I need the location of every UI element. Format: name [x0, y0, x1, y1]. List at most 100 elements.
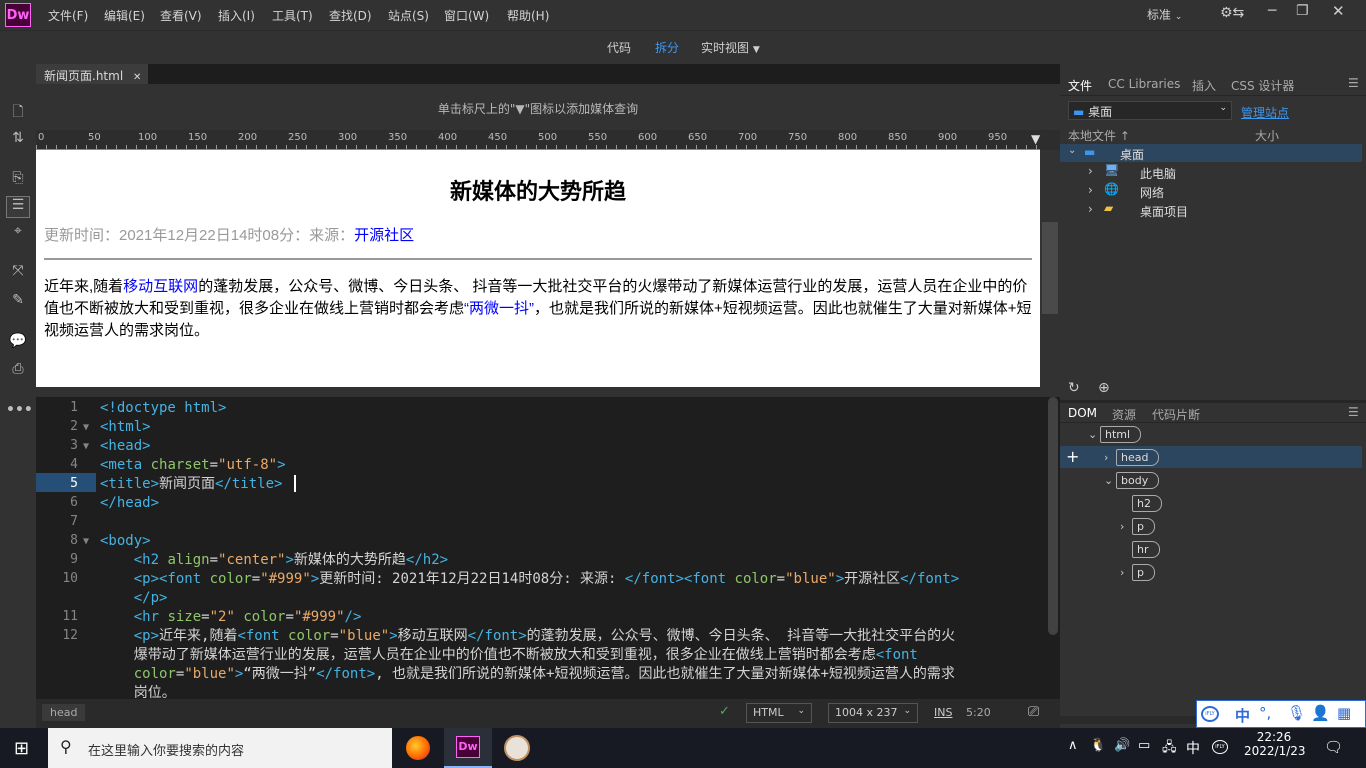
code-view-button[interactable]: 代码 — [607, 39, 631, 56]
target-icon[interactable]: ⌖ — [6, 223, 30, 245]
column-size[interactable]: 大小 — [1255, 127, 1279, 144]
add-media-query-marker-icon[interactable]: ▼ — [1031, 132, 1040, 146]
code-line[interactable]: <h2 align="center">新媒体的大势所趋</h2> — [100, 551, 448, 570]
file-tree-item[interactable]: › 🖥 此电脑 — [1060, 163, 1362, 181]
punctuation-icon[interactable]: °, — [1259, 704, 1271, 722]
ime-lang[interactable]: 中 — [1235, 705, 1250, 726]
code-line[interactable]: <p>近年来,随着<font color="blue">移动互联网</font>… — [100, 627, 955, 699]
menu-item[interactable]: 工具(T) — [272, 7, 313, 24]
splitter[interactable] — [36, 387, 1060, 397]
insert-mode[interactable]: INS — [934, 706, 952, 719]
dreamweaver-taskbar-button[interactable]: Dw — [444, 728, 492, 768]
close-tab-icon[interactable]: ✕ — [133, 72, 141, 83]
file-icon[interactable]: 🗋 — [6, 101, 30, 123]
code-line[interactable]: <body> — [100, 532, 151, 551]
code-scroll-thumb[interactable] — [1048, 397, 1058, 635]
close-button[interactable]: ✕ — [1332, 2, 1345, 20]
tray-input-lang[interactable]: 中 — [1186, 738, 1200, 758]
document-tab[interactable]: 新闻页面.html ✕ — [36, 64, 148, 84]
dom-node[interactable]: p — [1132, 564, 1155, 581]
code-editor[interactable]: 1 <!doctype html> 2 ▼ <html> 3 ▼ <head> 4 <meta c… — [36, 397, 1046, 699]
tab-dom[interactable]: DOM — [1068, 406, 1097, 420]
dom-node[interactable]: h2 — [1132, 495, 1162, 512]
file-transfer-icon[interactable]: ⇅ — [6, 130, 30, 152]
taskbar-search[interactable]: ⚲ 在这里输入你要搜索的内容 — [48, 728, 392, 768]
code-line[interactable]: <head> — [100, 437, 151, 456]
connect-icon[interactable]: ⊕ — [1098, 380, 1110, 396]
dom-node[interactable]: body — [1116, 472, 1160, 489]
tag-selector[interactable]: head — [42, 704, 86, 721]
live-view-button[interactable]: 实时视图 ▼ — [701, 39, 760, 56]
expand-arrow-icon[interactable]: ⌄ — [1104, 474, 1113, 487]
volume-icon[interactable]: 🔊 — [1114, 738, 1130, 753]
code-line[interactable]: <title>新闻页面</title> — [100, 475, 282, 494]
menu-item[interactable]: 帮助(H) — [507, 7, 549, 24]
ime-toolbar[interactable]: iFLY 中 °, 🎙 👤 ▦ — [1196, 700, 1366, 728]
more-tools-icon[interactable]: ••• — [6, 402, 33, 424]
no-errors-icon[interactable]: ✓ — [719, 704, 730, 719]
code-line[interactable]: <!doctype html> — [100, 399, 226, 418]
tab-files[interactable]: 文件 — [1068, 77, 1092, 94]
show-hidden-icons[interactable]: ∧ — [1068, 738, 1078, 753]
user-icon[interactable]: 👤 — [1311, 704, 1330, 722]
tab-css-designer[interactable]: CSS 设计器 — [1231, 77, 1294, 94]
manage-sites-link[interactable]: 管理站点 — [1241, 104, 1289, 121]
tab-insert[interactable]: 插入 — [1192, 77, 1216, 94]
menu-item[interactable]: 编辑(E) — [104, 7, 145, 24]
menu-item[interactable]: 站点(S) — [388, 7, 429, 24]
menu-item[interactable]: 窗口(W) — [444, 7, 489, 24]
document-type-select[interactable]: HTML ⌄ — [746, 703, 812, 723]
ruler[interactable]: 0 50 100 150 200 250 300 350 400 450 500 550 600 650 7… — [36, 130, 1060, 150]
code-line[interactable]: <html> — [100, 418, 151, 437]
expand-arrow-icon[interactable]: ⌄ — [1088, 428, 1097, 441]
column-local-files[interactable]: 本地文件 ↑ — [1068, 127, 1130, 144]
format-source-icon[interactable]: ☰ — [6, 196, 30, 218]
comment-icon[interactable]: 💬 — [6, 333, 30, 355]
firefox-icon[interactable] — [406, 736, 430, 760]
expand-arrow-icon[interactable]: › — [1120, 520, 1124, 533]
site-location-select[interactable]: ▬ 桌面 ⌄ — [1068, 101, 1232, 120]
clock[interactable]: 22:26 2022/1/23 — [1244, 730, 1306, 758]
preview-scrollbar[interactable] — [1040, 150, 1060, 387]
fold-icon[interactable]: ▼ — [83, 536, 89, 547]
dom-menu-icon[interactable]: ☰ — [1348, 405, 1359, 419]
brush-icon[interactable]: ✎ — [6, 292, 30, 314]
panel-menu-icon[interactable]: ☰ — [1348, 76, 1359, 90]
expand-icon[interactable]: ⤧ — [6, 263, 30, 285]
window-size-select[interactable]: 1004 x 237 ⌄ — [828, 703, 918, 723]
media-query-bar[interactable]: 单击标尺上的"▼"图标以添加媒体查询 — [36, 84, 1060, 130]
expand-arrow-icon[interactable]: › — [1104, 451, 1108, 464]
tray-app-icon[interactable]: 🐧 — [1090, 738, 1106, 753]
code-line[interactable]: <p><font color="#999">更新时间: 2021年12月22日1… — [100, 570, 959, 608]
inspect-icon[interactable]: ⎘ — [6, 170, 30, 192]
notifications-icon[interactable]: 🗨 — [1324, 738, 1343, 756]
sync-settings-icon[interactable]: ⚙⇆ — [1220, 5, 1244, 21]
snippet-icon[interactable]: ⎙ — [6, 361, 30, 383]
fold-icon[interactable]: ▼ — [83, 441, 89, 452]
windows-start-icon[interactable]: ⊞ — [14, 738, 29, 759]
tab-assets[interactable]: 资源 — [1112, 406, 1136, 423]
code-line[interactable]: <hr size="2" color="#999"/> — [100, 608, 362, 627]
dom-node[interactable]: head — [1116, 449, 1160, 466]
menu-item[interactable]: 文件(F) — [48, 7, 88, 24]
menu-item[interactable]: 插入(I) — [218, 7, 255, 24]
expand-arrow-icon[interactable]: › — [1120, 566, 1124, 579]
fold-icon[interactable]: ▼ — [83, 422, 89, 433]
live-preview[interactable]: 新媒体的大势所趋 更新时间：2021年12月22日14时08分：来源：开源社区 … — [36, 150, 1040, 387]
ifly-tray-icon[interactable]: iFLY — [1212, 740, 1228, 754]
code-line[interactable]: </head> — [100, 494, 159, 513]
restore-button[interactable]: ❐ — [1296, 3, 1309, 19]
code-line[interactable]: <meta charset="utf-8"> — [100, 456, 286, 475]
app-avatar-icon[interactable] — [504, 735, 530, 761]
minimize-button[interactable]: ─ — [1268, 3, 1276, 19]
microphone-icon[interactable]: 🎙 — [1287, 704, 1306, 722]
preview-device-icon[interactable]: ⎚ — [1028, 704, 1039, 720]
dom-node[interactable]: html — [1100, 426, 1142, 443]
menu-item[interactable]: 查看(V) — [160, 7, 202, 24]
menu-item[interactable]: 查找(D) — [329, 7, 372, 24]
file-tree-item[interactable]: › 🌐 网络 — [1060, 182, 1362, 200]
file-tree-root[interactable]: ⌄ ▬ 桌面 — [1060, 144, 1362, 162]
refresh-icon[interactable]: ↻ — [1068, 380, 1080, 396]
split-view-button[interactable]: 拆分 — [655, 39, 679, 56]
network-tray-icon[interactable]: 🖧 — [1162, 738, 1177, 760]
